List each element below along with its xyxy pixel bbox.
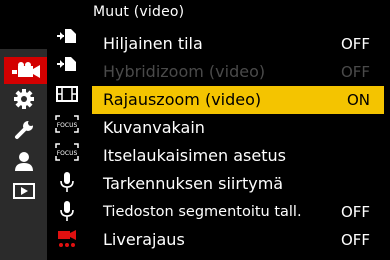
microphone-icon <box>60 172 74 192</box>
subtab-audio-1[interactable] <box>52 170 82 194</box>
focus-icon: FOCUS <box>55 143 79 161</box>
menu-item-label: Kuvanvakain <box>103 118 205 137</box>
subtab-video-2[interactable] <box>52 52 82 76</box>
menu-item-value: OFF <box>340 203 370 221</box>
menu-item-value: OFF <box>340 63 370 81</box>
video-camera-icon <box>11 61 40 78</box>
svg-text:FOCUS: FOCUS <box>57 150 78 157</box>
tab-setup[interactable] <box>0 116 47 143</box>
focus-icon: FOCUS <box>55 115 79 133</box>
menu-item-value: ON <box>346 91 370 109</box>
svg-text:FOCUS: FOCUS <box>57 122 78 129</box>
page-title: Muut (video) <box>93 4 185 20</box>
microphone-icon <box>60 201 74 221</box>
gear-icon <box>13 88 34 109</box>
menu-item-focus-transition[interactable]: Tarkennuksen siirtymä <box>92 170 384 198</box>
menu-item-silent-mode[interactable]: Hiljainen tila OFF <box>92 30 384 58</box>
camera-menu-screen: Muut (video) FOCUS FOCUS Hiljainen tila … <box>0 0 390 260</box>
film-icon <box>56 86 78 102</box>
menu-item-hybrid-zoom: Hybridizoom (video) OFF <box>92 58 384 86</box>
video-file-icon <box>57 57 76 71</box>
wrench-icon <box>14 119 34 139</box>
menu-item-label: Rajauszoom (video) <box>103 90 262 109</box>
menu-item-label: Liverajaus <box>103 230 185 249</box>
menu-item-label: Tarkennuksen siirtymä <box>103 174 284 193</box>
subtab-video-3[interactable] <box>52 82 82 106</box>
menu-item-segmented-recording[interactable]: Tiedoston segmentoitu tall. OFF <box>92 198 384 226</box>
playback-icon <box>12 182 35 199</box>
person-icon <box>14 151 33 171</box>
menu-item-stabilizer[interactable]: Kuvanvakain <box>92 114 384 142</box>
menu-item-value: OFF <box>340 35 370 53</box>
video-camera-dots-icon <box>58 230 76 247</box>
tab-video[interactable] <box>4 57 47 84</box>
tab-playback[interactable] <box>0 177 47 204</box>
menu-item-self-timer[interactable]: Itselaukaisimen asetus <box>92 142 384 170</box>
subtab-video-other[interactable] <box>52 227 82 251</box>
menu-item-live-cropping[interactable]: Liverajaus OFF <box>92 226 384 254</box>
subtab-focus-2[interactable]: FOCUS <box>52 140 82 164</box>
menu-item-value: OFF <box>340 231 370 249</box>
tab-my-menu[interactable] <box>0 147 47 174</box>
main-tab-bar <box>0 49 47 260</box>
menu-item-label: Hybridizoom (video) <box>103 62 266 81</box>
subtab-audio-2[interactable] <box>52 199 82 223</box>
menu-item-label: Itselaukaisimen asetus <box>103 146 286 165</box>
video-file-icon <box>57 29 76 43</box>
subtab-focus-1[interactable]: FOCUS <box>52 112 82 136</box>
menu-item-label: Tiedoston segmentoitu tall. <box>103 204 302 220</box>
tab-custom[interactable] <box>0 85 47 112</box>
menu-item-crop-zoom[interactable]: Rajauszoom (video) ON <box>92 86 384 114</box>
subtab-video-1[interactable] <box>52 24 82 48</box>
menu-item-label: Hiljainen tila <box>103 34 203 53</box>
